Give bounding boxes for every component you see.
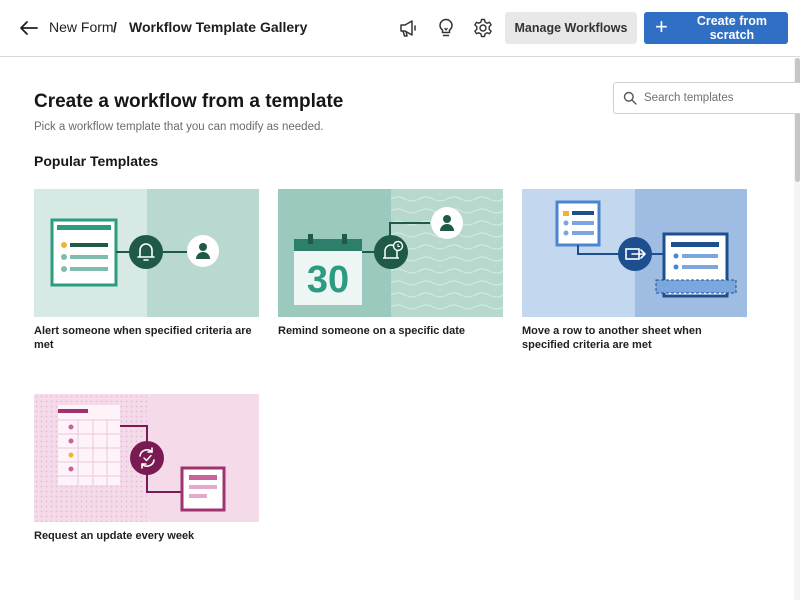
breadcrumb-new-form[interactable]: New Form (49, 19, 114, 35)
template-label: Move a row to another sheet when specifi… (522, 325, 702, 351)
search-input[interactable] (644, 87, 794, 109)
top-bar: New Form / Workflow Template Gallery Man… (0, 0, 800, 57)
scrollbar-thumb[interactable] (795, 58, 800, 182)
template-card-move-row[interactable]: Move a row to another sheet when specifi… (522, 189, 747, 352)
manage-workflows-button[interactable]: Manage Workflows (505, 12, 637, 44)
template-thumbnail-remind: 30 (278, 189, 503, 317)
page-subtitle: Pick a workflow template that you can mo… (34, 121, 324, 133)
template-thumbnail-alert (34, 189, 259, 317)
template-thumbnail-request-update (34, 394, 259, 522)
template-thumbnail-move-row (522, 189, 747, 317)
gear-icon[interactable] (472, 17, 494, 39)
breadcrumb-separator: / (113, 19, 117, 35)
create-from-scratch-label: Create from scratch (696, 14, 768, 42)
template-label: Request an update every week (34, 530, 195, 542)
back-arrow-icon[interactable] (18, 17, 40, 39)
calendar-day-number: 30 (307, 259, 349, 301)
template-card-request-update[interactable]: Request an update every week (34, 394, 259, 543)
template-card-alert[interactable]: Alert someone when specified criteria ar… (34, 189, 259, 352)
page-title: Create a workflow from a template (34, 91, 344, 112)
megaphone-icon[interactable] (397, 17, 419, 39)
plus-icon: + (655, 14, 668, 39)
search-box[interactable] (613, 82, 800, 114)
section-title-popular: Popular Templates (34, 153, 159, 169)
lightbulb-icon[interactable] (435, 17, 457, 39)
template-label: Alert someone when specified criteria ar… (34, 325, 252, 351)
template-card-remind[interactable]: 30 Remind someone on a specific date (278, 189, 503, 338)
search-icon (623, 91, 637, 105)
template-label: Remind someone on a specific date (278, 325, 466, 337)
create-from-scratch-button[interactable]: + Create from scratch (644, 12, 788, 44)
page-breadcrumb-current: Workflow Template Gallery (129, 19, 308, 35)
